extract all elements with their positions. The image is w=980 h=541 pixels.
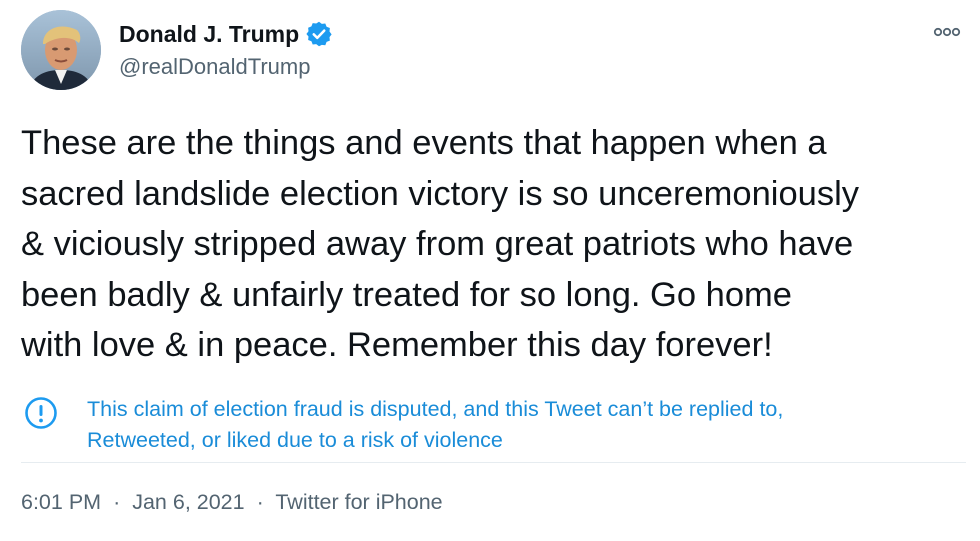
tweet-time[interactable]: 6:01 PM: [21, 490, 101, 514]
author-name[interactable]: Donald J. Trump: [119, 21, 299, 48]
author-handle[interactable]: @realDonaldTrump: [119, 54, 310, 80]
exclamation-circle-icon: [24, 396, 58, 430]
tweet-source[interactable]: Twitter for iPhone: [275, 490, 442, 514]
profile-photo: [21, 10, 101, 90]
more-options-icon: [933, 27, 961, 37]
meta-separator: ·: [113, 490, 121, 514]
meta-separator: ·: [256, 490, 264, 514]
tweet-date[interactable]: Jan 6, 2021: [132, 490, 244, 514]
notice-line-1: This claim of election fraud is disputed…: [87, 397, 784, 421]
tweet-card: Donald J. Trump @realDonaldTrump These a…: [0, 0, 980, 541]
verified-badge-icon: [305, 20, 333, 48]
tweet-text: These are the things and events that hap…: [21, 124, 859, 364]
divider: [21, 462, 966, 463]
more-options-button[interactable]: [930, 22, 964, 42]
author-name-row[interactable]: Donald J. Trump: [119, 20, 333, 48]
notice-line-2: Retweeted, or liked due to a risk of vio…: [87, 428, 503, 452]
disputed-claim-notice[interactable]: This claim of election fraud is disputed…: [21, 390, 966, 460]
avatar[interactable]: [21, 10, 101, 90]
notice-text[interactable]: This claim of election fraud is disputed…: [87, 394, 957, 456]
tweet-meta: 6:01 PM · Jan 6, 2021 · Twitter for iPho…: [21, 490, 443, 515]
